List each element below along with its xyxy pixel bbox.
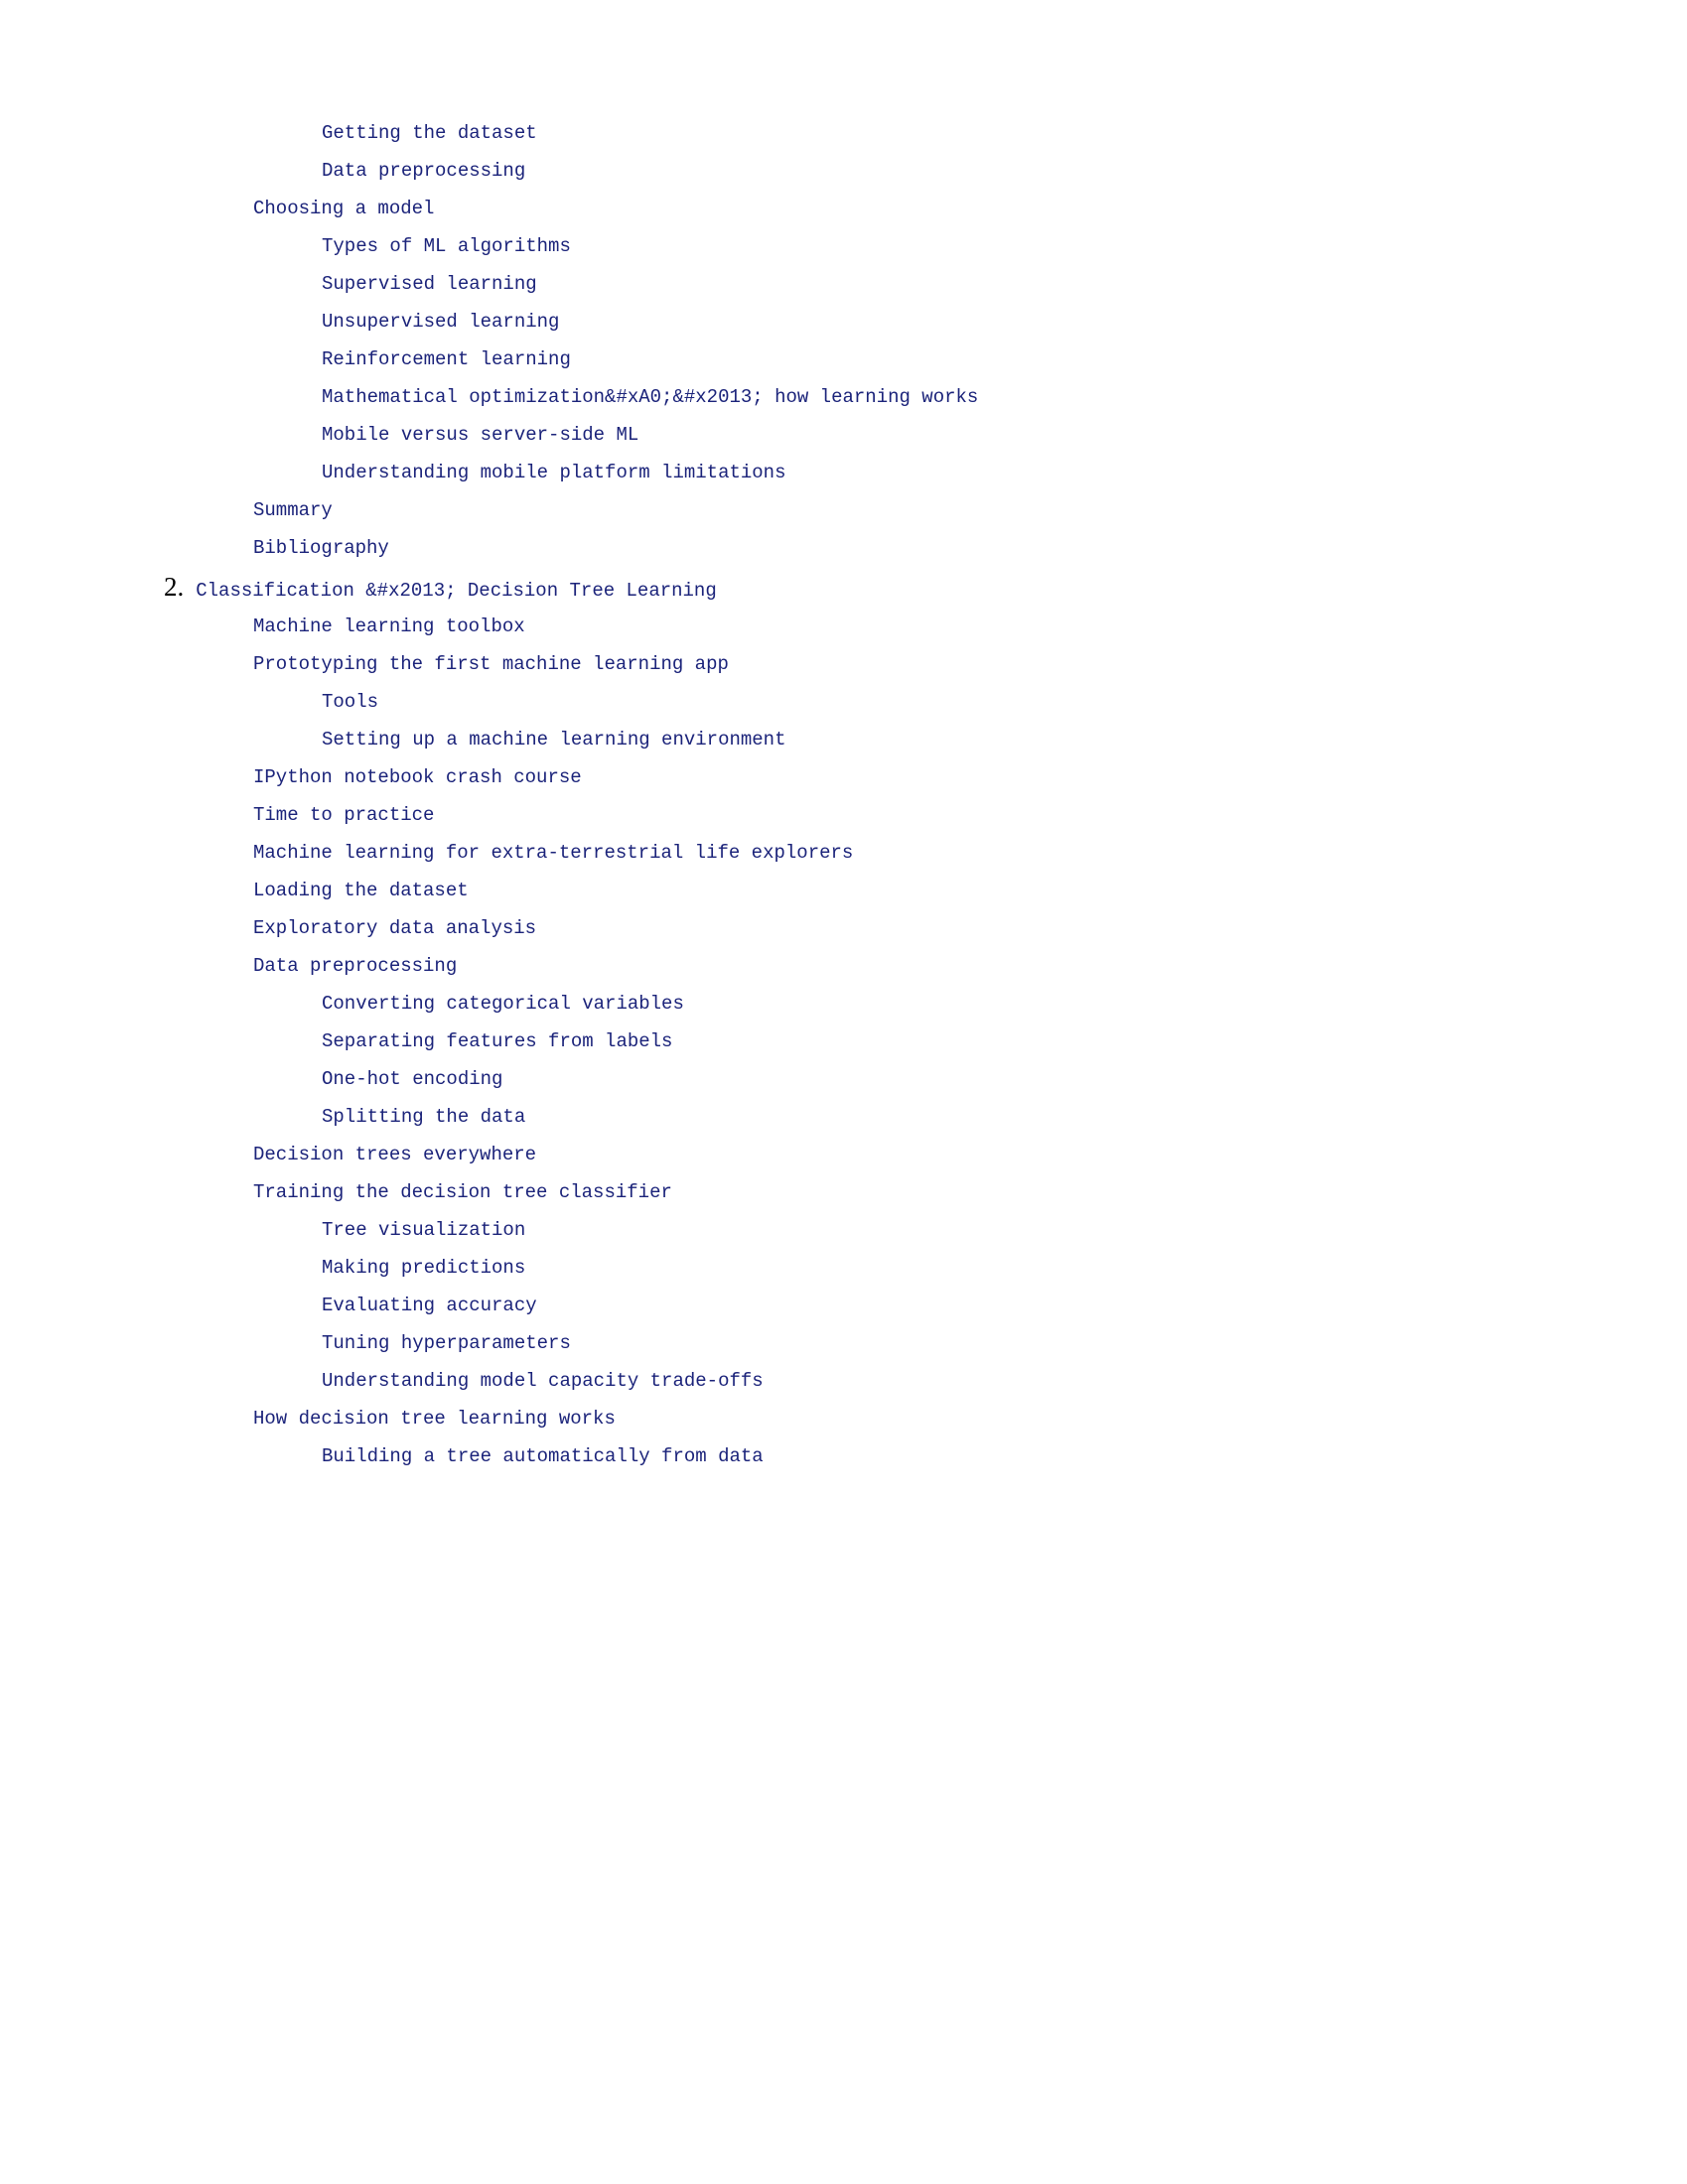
toc-item: Making predictions bbox=[322, 1254, 1687, 1282]
toc-link[interactable]: Understanding mobile platform limitation… bbox=[322, 462, 785, 483]
toc-item: Mathematical optimization&#xA0;&#x2013; … bbox=[322, 383, 1687, 411]
toc-link[interactable]: Evaluating accuracy bbox=[322, 1295, 537, 1316]
toc-link[interactable]: Summary bbox=[253, 499, 333, 521]
toc-item: Tools bbox=[322, 688, 1687, 716]
chapter-title: Classification &#x2013; Decision Tree Le… bbox=[196, 580, 717, 602]
toc-link[interactable]: Time to practice bbox=[253, 804, 434, 826]
toc-item: Types of ML algorithms bbox=[322, 232, 1687, 260]
toc-group-b: Machine learning toolbox Prototyping the… bbox=[164, 613, 1687, 1470]
toc-link[interactable]: Machine learning for extra-terrestrial l… bbox=[253, 842, 853, 864]
toc-link[interactable]: How decision tree learning works bbox=[253, 1408, 616, 1430]
toc-link[interactable]: Tree visualization bbox=[322, 1219, 525, 1241]
toc-link[interactable]: Separating features from labels bbox=[322, 1030, 672, 1052]
toc-chapter-row: 2. Classification &#x2013; Decision Tree… bbox=[164, 572, 1687, 603]
toc-item: Exploratory data analysis bbox=[253, 914, 1687, 942]
toc-group-a: Getting the dataset Data preprocessing C… bbox=[164, 119, 1687, 562]
toc-link[interactable]: Reinforcement learning bbox=[322, 348, 571, 370]
toc-link[interactable]: Training the decision tree classifier bbox=[253, 1181, 672, 1203]
toc-link[interactable]: Splitting the data bbox=[322, 1106, 525, 1128]
toc-item: Data preprocessing bbox=[322, 157, 1687, 185]
toc-link[interactable]: Understanding model capacity trade-offs bbox=[322, 1370, 764, 1392]
toc-link[interactable]: Tuning hyperparameters bbox=[322, 1332, 571, 1354]
toc-item: Machine learning for extra-terrestrial l… bbox=[253, 839, 1687, 867]
toc-link[interactable]: Getting the dataset bbox=[322, 122, 537, 144]
toc-item: Choosing a model bbox=[253, 195, 1687, 222]
toc-item: Prototyping the first machine learning a… bbox=[253, 650, 1687, 678]
toc-link[interactable]: Prototyping the first machine learning a… bbox=[253, 653, 729, 675]
toc-item: Decision trees everywhere bbox=[253, 1141, 1687, 1168]
toc-item: Evaluating accuracy bbox=[322, 1292, 1687, 1319]
toc-link[interactable]: Building a tree automatically from data bbox=[322, 1445, 764, 1467]
toc-link[interactable]: Exploratory data analysis bbox=[253, 917, 536, 939]
chapter-number: 2. bbox=[164, 572, 184, 603]
toc-item: Tuning hyperparameters bbox=[322, 1329, 1687, 1357]
toc-item: Mobile versus server-side ML bbox=[322, 421, 1687, 449]
toc-link[interactable]: Machine learning toolbox bbox=[253, 615, 525, 637]
toc-item: Understanding model capacity trade-offs bbox=[322, 1367, 1687, 1395]
toc-link[interactable]: Making predictions bbox=[322, 1257, 525, 1279]
toc-item: Setting up a machine learning environmen… bbox=[322, 726, 1687, 753]
toc-link[interactable]: Data preprocessing bbox=[253, 955, 457, 977]
toc-link[interactable]: Choosing a model bbox=[253, 198, 434, 219]
toc-item: Summary bbox=[253, 496, 1687, 524]
toc-item: Understanding mobile platform limitation… bbox=[322, 459, 1687, 486]
toc-item: Data preprocessing bbox=[253, 952, 1687, 980]
toc-link[interactable]: Unsupervised learning bbox=[322, 311, 559, 333]
toc-link[interactable]: Supervised learning bbox=[322, 273, 537, 295]
toc-link[interactable]: One-hot encoding bbox=[322, 1068, 502, 1090]
toc-item: Separating features from labels bbox=[322, 1027, 1687, 1055]
toc-item: Tree visualization bbox=[322, 1216, 1687, 1244]
toc-link[interactable]: IPython notebook crash course bbox=[253, 766, 582, 788]
toc-item: One-hot encoding bbox=[322, 1065, 1687, 1093]
toc-item: Unsupervised learning bbox=[322, 308, 1687, 336]
toc-link[interactable]: Loading the dataset bbox=[253, 880, 469, 901]
toc-item: Building a tree automatically from data bbox=[322, 1442, 1687, 1470]
toc-link[interactable]: Classification &#x2013; Decision Tree Le… bbox=[196, 580, 717, 602]
toc-item: Splitting the data bbox=[322, 1103, 1687, 1131]
toc-link[interactable]: Mobile versus server-side ML bbox=[322, 424, 638, 446]
toc-item: Getting the dataset bbox=[322, 119, 1687, 147]
toc-item: Supervised learning bbox=[322, 270, 1687, 298]
toc-link[interactable]: Mathematical optimization&#xA0;&#x2013; … bbox=[322, 386, 978, 408]
toc-item: Bibliography bbox=[253, 534, 1687, 562]
toc-item: Loading the dataset bbox=[253, 877, 1687, 904]
toc-link[interactable]: Decision trees everywhere bbox=[253, 1144, 536, 1165]
toc-item: Converting categorical variables bbox=[322, 990, 1687, 1018]
toc-link[interactable]: Tools bbox=[322, 691, 378, 713]
toc-link[interactable]: Setting up a machine learning environmen… bbox=[322, 729, 785, 751]
toc-link[interactable]: Converting categorical variables bbox=[322, 993, 684, 1015]
toc-page: Getting the dataset Data preprocessing C… bbox=[0, 0, 1687, 2184]
toc-item: Machine learning toolbox bbox=[253, 613, 1687, 640]
toc-link[interactable]: Types of ML algorithms bbox=[322, 235, 571, 257]
toc-link[interactable]: Data preprocessing bbox=[322, 160, 525, 182]
toc-item: Reinforcement learning bbox=[322, 345, 1687, 373]
toc-item: How decision tree learning works bbox=[253, 1405, 1687, 1433]
toc-link[interactable]: Bibliography bbox=[253, 537, 389, 559]
toc-item: Training the decision tree classifier bbox=[253, 1178, 1687, 1206]
toc-item: Time to practice bbox=[253, 801, 1687, 829]
toc-item: IPython notebook crash course bbox=[253, 763, 1687, 791]
